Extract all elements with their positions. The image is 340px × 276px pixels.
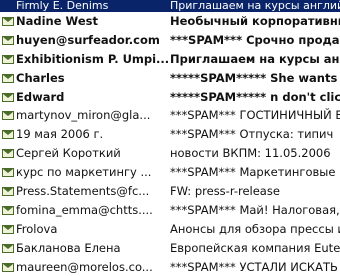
- message-sender: 19 мая 2006 г.: [16, 127, 104, 142]
- message-subject: новости ВКПМ: 11.05.2006: [170, 146, 331, 161]
- message-row[interactable]: maureen@morelos.co... ***SPAM*** УСТАЛИ …: [0, 258, 340, 276]
- message-row[interactable]: Press.Statements@fc... FW: press-r-relea…: [0, 182, 340, 201]
- envelope-icon: [2, 54, 14, 64]
- message-sender: Press.Statements@fc...: [16, 184, 150, 199]
- message-subject: ***SPAM*** УСТАЛИ ИСКАТЬ: [170, 259, 338, 274]
- message-row[interactable]: Nadine West Необычный корпоративный о: [0, 12, 340, 31]
- envelope-icon: [2, 168, 14, 178]
- envelope-icon: [2, 224, 14, 234]
- message-row[interactable]: курс по маркетингу ... ***SPAM*** Маркет…: [0, 163, 340, 182]
- envelope-icon: [2, 243, 14, 253]
- message-sender: Edward: [16, 89, 65, 104]
- envelope-icon: [2, 111, 14, 121]
- message-row[interactable]: fomina_emma@chtts.... ***SPAM*** Май! На…: [0, 201, 340, 220]
- envelope-icon: [2, 35, 14, 45]
- envelope-icon: [2, 262, 14, 272]
- message-subject: ***SPAM*** Отпуска: типич: [170, 127, 334, 142]
- envelope-icon: [2, 16, 14, 26]
- envelope-icon: [2, 130, 14, 140]
- message-row[interactable]: huyen@surfeador.com ***SPAM*** Срочно пр…: [0, 31, 340, 50]
- message-row[interactable]: Frolova Анонсы для обзора прессы и: [0, 220, 340, 239]
- message-row[interactable]: Firmly E. Denims Приглашаем на курсы анг…: [0, 0, 340, 12]
- message-row[interactable]: Edward *****SPAM***** n don't click: [0, 88, 340, 107]
- message-row[interactable]: Сергей Короткий новости ВКПМ: 11.05.2006: [0, 144, 340, 163]
- message-sender: Сергей Короткий: [16, 146, 121, 161]
- message-subject: ***SPAM*** Маркетинговые: [170, 165, 336, 180]
- message-row[interactable]: Exhibitionism P. Umpi... Приглашаем на к…: [0, 50, 340, 69]
- message-row[interactable]: Charles *****SPAM***** She wants a: [0, 69, 340, 88]
- message-sender: Charles: [16, 70, 65, 85]
- message-row[interactable]: 19 мая 2006 г. ***SPAM*** Отпуска: типич: [0, 125, 340, 144]
- message-subject: FW: press-r-release: [170, 184, 280, 199]
- envelope-icon: [2, 205, 14, 215]
- message-sender: huyen@surfeador.com: [16, 32, 160, 47]
- envelope-icon: [2, 73, 14, 83]
- message-sender: martynov_miron@gla...: [16, 108, 151, 123]
- message-sender: Nadine West: [16, 14, 98, 28]
- message-subject: Необычный корпоративный о: [170, 14, 340, 28]
- message-sender: Firmly E. Denims: [16, 0, 109, 12]
- message-subject: *****SPAM***** n don't click: [170, 89, 340, 104]
- envelope-icon: [2, 186, 14, 196]
- message-subject: Приглашаем на курсы английского: [170, 0, 340, 12]
- envelope-icon: [2, 92, 14, 102]
- message-list: Firmly E. Denims Приглашаем на курсы анг…: [0, 0, 340, 276]
- message-subject: Приглашаем на курсы англи: [170, 51, 340, 66]
- message-sender: Exhibitionism P. Umpi...: [16, 51, 170, 66]
- message-sender: maureen@morelos.co...: [16, 259, 153, 274]
- message-sender: курс по маркетингу ...: [16, 165, 152, 180]
- envelope-icon: [2, 149, 14, 159]
- message-sender: fomina_emma@chtts....: [16, 202, 153, 217]
- message-subject: Анонсы для обзора прессы и: [170, 221, 340, 236]
- message-subject: *****SPAM***** She wants a: [170, 70, 340, 85]
- message-subject: ***SPAM*** Май! Налоговая,: [170, 202, 340, 217]
- message-subject: ***SPAM*** Срочно продает: [170, 32, 340, 47]
- message-row[interactable]: martynov_miron@gla... ***SPAM*** ГОСТИНИ…: [0, 106, 340, 125]
- message-sender: Frolova: [16, 221, 58, 236]
- message-subject: ***SPAM*** ГОСТИНИЧНЫЙ Б: [170, 108, 340, 123]
